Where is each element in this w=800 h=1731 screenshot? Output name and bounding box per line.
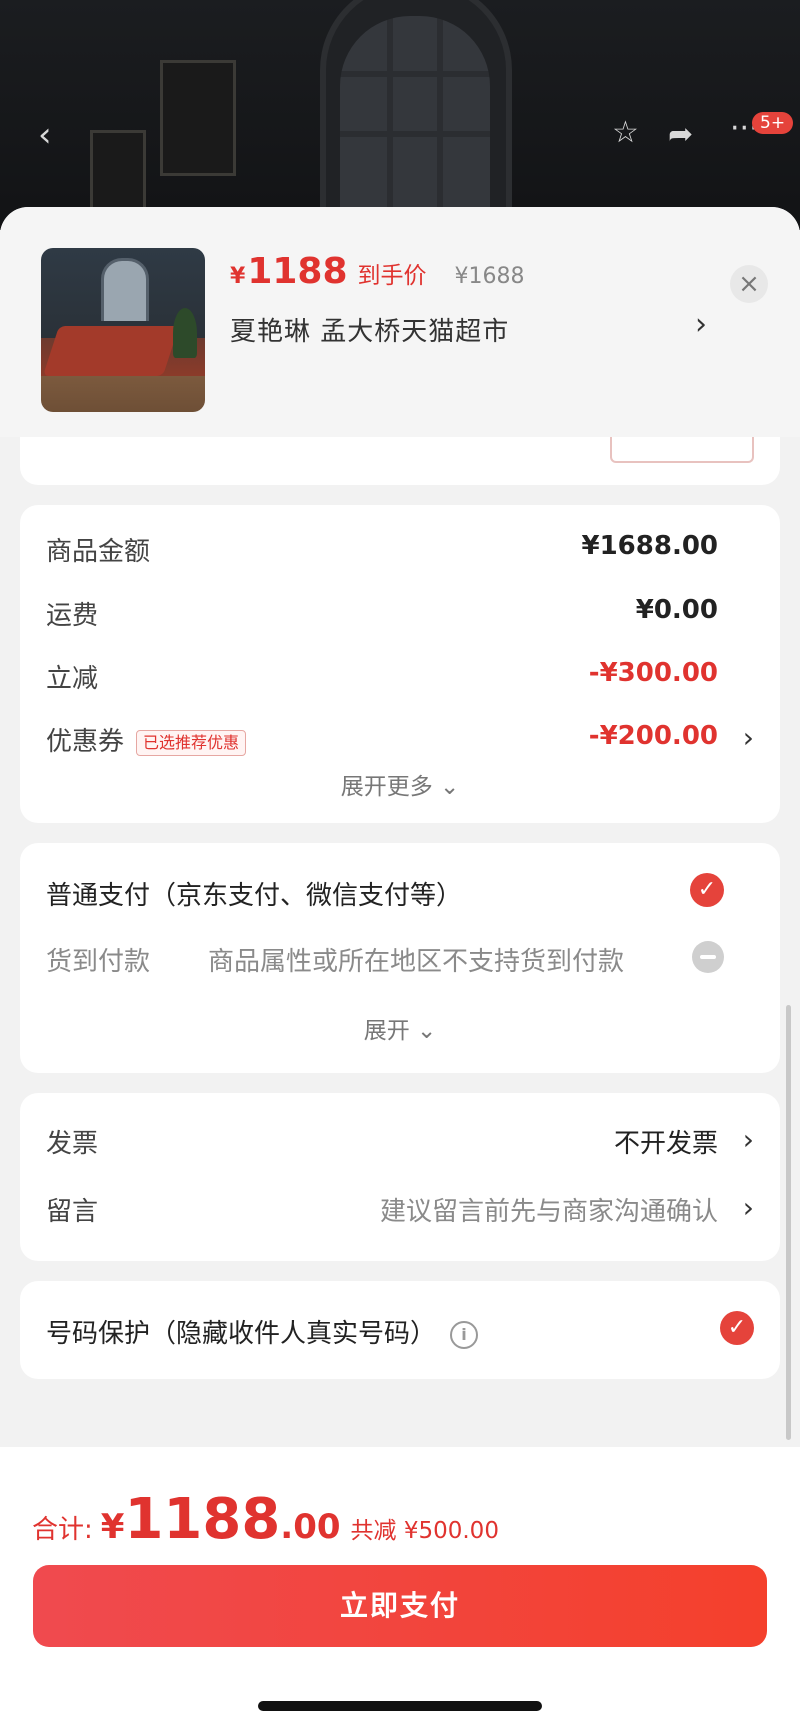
price-summary-card: 商品金额 ¥1688.00 运费 ¥0.00 立减 -¥300.00 优惠券 已选… bbox=[20, 505, 780, 823]
pay-now-button[interactable]: 立即支付 bbox=[33, 1565, 767, 1647]
price-row: ¥ 1188 到手价 ¥1688 bbox=[230, 251, 525, 299]
payment-option-label: 货到付款 bbox=[46, 947, 151, 977]
final-price-tag: 到手价 bbox=[357, 263, 427, 289]
product-header: ¥ 1188 到手价 ¥1688 夏艳琳 孟大桥天猫超市 › × bbox=[0, 207, 800, 437]
share-icon[interactable]: ➦ bbox=[668, 115, 693, 155]
chevron-right-icon[interactable]: › bbox=[743, 721, 754, 754]
number-protection-label: 号码保护（隐藏收件人真实号码） bbox=[46, 1319, 437, 1349]
summary-label: 立减 bbox=[46, 664, 99, 694]
scrollbar[interactable] bbox=[786, 1005, 791, 1440]
shop-name[interactable]: 夏艳琳 孟大桥天猫超市 bbox=[230, 311, 509, 348]
payment-method-card: 普通支付（京东支付、微信支付等） ✓ 货到付款 商品属性或所在地区不支持货到付款… bbox=[20, 843, 780, 1073]
star-icon[interactable]: ☆ bbox=[612, 113, 639, 153]
summary-label: 运费 bbox=[46, 601, 99, 631]
summary-label: 商品金额 bbox=[46, 537, 151, 567]
total-currency: ¥ bbox=[100, 1507, 125, 1547]
total-label: 合计: bbox=[32, 1515, 93, 1545]
order-total: 合计: ¥ 1188 .00 共减 ¥500.00 bbox=[32, 1487, 499, 1552]
invoice-message-card: 发票 不开发票 › 留言 建议留言前先与商家沟通确认 › bbox=[20, 1093, 780, 1261]
number-protection-card: 号码保护（隐藏收件人真实号码） i ✓ bbox=[20, 1281, 780, 1379]
expand-button[interactable]: 展开 ⌄ bbox=[20, 1011, 780, 1045]
top-navigation: ‹ ☆ ➦ ··· bbox=[0, 105, 800, 175]
original-price: ¥1688 bbox=[454, 264, 525, 289]
back-icon[interactable]: ‹ bbox=[38, 115, 52, 155]
checkout-sheet: ¥ 1188 到手价 ¥1688 夏艳琳 孟大桥天猫超市 › × 商品金额 ¥1… bbox=[0, 207, 800, 1447]
invoice-label: 发票 bbox=[46, 1129, 99, 1159]
checkout-footer: 合计: ¥ 1188 .00 共减 ¥500.00 立即支付 bbox=[0, 1447, 800, 1731]
summary-value: -¥300.00 bbox=[588, 658, 718, 688]
check-icon[interactable]: ✓ bbox=[690, 873, 724, 907]
payment-option-label: 普通支付（京东支付、微信支付等） bbox=[46, 881, 463, 911]
invoice-value: 不开发票 bbox=[613, 1129, 718, 1159]
summary-value: -¥200.00 bbox=[588, 721, 718, 751]
expand-more-button[interactable]: 展开更多 ⌄ bbox=[20, 767, 780, 801]
summary-value: ¥1688.00 bbox=[581, 531, 718, 561]
total-decimals: .00 bbox=[280, 1507, 341, 1547]
chevron-right-icon[interactable]: › bbox=[743, 1191, 754, 1224]
summary-label: 优惠券 bbox=[46, 727, 125, 757]
chevron-right-icon[interactable]: › bbox=[695, 307, 707, 342]
total-amount: 1188 bbox=[124, 1487, 281, 1552]
summary-value: ¥0.00 bbox=[635, 595, 718, 625]
product-thumbnail[interactable] bbox=[41, 248, 205, 412]
message-input[interactable]: 建议留言前先与商家沟通确认 bbox=[380, 1191, 718, 1228]
total-savings: 共减 ¥500.00 bbox=[350, 1518, 499, 1544]
coupon-tag: 已选推荐优惠 bbox=[136, 729, 247, 756]
chevron-right-icon[interactable]: › bbox=[743, 1123, 754, 1156]
cod-note: 商品属性或所在地区不支持货到付款 bbox=[208, 947, 625, 977]
final-price: 1188 bbox=[247, 251, 348, 292]
disabled-icon bbox=[692, 941, 724, 973]
home-indicator bbox=[258, 1701, 542, 1711]
check-icon[interactable]: ✓ bbox=[720, 1311, 754, 1345]
message-label: 留言 bbox=[46, 1197, 99, 1227]
info-icon[interactable]: i bbox=[450, 1320, 479, 1349]
close-button[interactable]: × bbox=[730, 265, 768, 303]
notification-badge: 5+ bbox=[752, 112, 794, 134]
price-currency: ¥ bbox=[230, 264, 246, 289]
